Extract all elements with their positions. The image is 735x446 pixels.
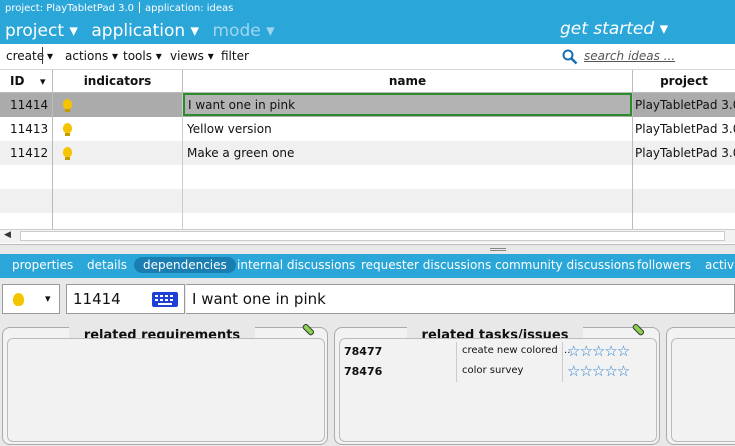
top-bar: project: PlayTabletPad 3.0 application: i… [0,0,735,44]
row-name: Yellow version [187,122,272,136]
task-name: create new colored ... [462,345,571,356]
row-project: PlayTabletPad 3.0 [635,98,735,112]
third-panel [666,327,735,445]
breadcrumb-project[interactable]: project: PlayTabletPad 3.0 [5,3,134,14]
column-header-name[interactable]: name [183,70,633,93]
list-item[interactable]: 78476 color survey ☆☆☆☆☆ [340,362,656,382]
tab-details[interactable]: details [87,258,127,272]
detail-tabs: properties details dependencies internal… [0,254,735,278]
column-divider [52,93,53,229]
chevron-down-icon: ▾ [45,292,51,305]
tab-activity[interactable]: activi [705,258,735,272]
row-project: PlayTabletPad 3.0 [635,122,735,136]
tab-dependencies[interactable]: dependencies [134,257,236,273]
tab-properties[interactable]: properties [12,258,73,272]
scroll-thumb[interactable] [20,231,725,241]
column-divider [456,362,457,382]
main-menu: project ▾ application ▾ mode ▾ [5,20,283,42]
task-name: color survey [462,365,524,376]
panel-list [671,338,735,442]
breadcrumb: project: PlayTabletPad 3.0 application: i… [5,2,233,15]
column-divider [562,362,563,382]
table-row[interactable]: 11414 I want one in pink PlayTabletPad 3… [0,93,735,117]
tab-community-discussions[interactable]: community discussions [495,258,635,272]
application-menu[interactable]: application ▾ [91,21,199,41]
link-icon[interactable] [301,323,315,337]
tab-internal-discussions[interactable]: internal discussions [237,258,355,272]
idea-detail-header: ▾ 11414 I want one in pink [0,280,735,320]
requirements-list [7,338,325,442]
lightbulb-icon [63,123,72,136]
ideas-grid: ID ▾ indicators name project 11414 I wan… [0,70,735,245]
column-header-id-label: ID [10,74,25,88]
project-menu[interactable]: project ▾ [5,21,78,41]
link-icon[interactable] [631,323,645,337]
empty-row [0,213,735,229]
tab-followers[interactable]: followers [637,258,691,272]
id-sort-arrow[interactable]: ▾ [40,70,46,93]
keyboard-icon[interactable] [152,292,178,307]
get-started-menu[interactable]: get started ▾ [560,19,668,39]
related-requirements-panel: related requirements [2,323,328,445]
row-id: 11414 [10,98,49,112]
breadcrumb-separator [139,2,141,13]
table-row[interactable]: 11412 Make a green one PlayTabletPad 3.0 [0,141,735,165]
row-name: Make a green one [187,146,295,160]
task-id: 78477 [344,345,383,358]
filter-button[interactable]: filter [221,49,249,63]
create-divider [42,47,43,64]
column-divider [456,342,457,362]
row-id: 11412 [10,146,49,160]
empty-row [0,165,735,189]
star-rating[interactable]: ☆☆☆☆☆ [567,362,630,380]
indicator-dropdown[interactable]: ▾ [2,284,60,314]
lightbulb-icon [63,99,72,112]
star-rating[interactable]: ☆☆☆☆☆ [567,342,630,360]
create-button[interactable]: create [6,49,44,63]
column-header-indicators[interactable]: indicators [53,70,183,93]
horizontal-scrollbar[interactable]: ◀ [0,229,735,243]
idea-title-field[interactable]: I want one in pink [186,284,735,314]
search-input[interactable]: search ideas ... [584,49,675,63]
row-project: PlayTabletPad 3.0 [635,146,735,160]
row-name[interactable]: I want one in pink [183,93,632,116]
list-item[interactable]: 78477 create new colored ... ☆☆☆☆☆ [340,342,656,362]
tab-requester-discussions[interactable]: requester discussions [361,258,491,272]
column-divider [182,93,183,229]
lightbulb-icon [63,147,72,160]
column-header-id[interactable]: ID ▾ [0,70,53,93]
table-row[interactable]: 11413 Yellow version PlayTabletPad 3.0 [0,117,735,141]
related-tasks-panel: related tasks/issues 78477 create new co… [334,323,660,445]
idea-title-value: I want one in pink [192,290,326,308]
toolbar: create ▾ actions ▾ tools ▾ views ▾ filte… [0,44,735,70]
tools-menu[interactable]: tools ▾ [123,49,162,63]
mode-menu[interactable]: mode ▾ [212,21,274,41]
lightbulb-icon [13,293,24,306]
row-id: 11413 [10,122,49,136]
idea-id-value: 11414 [73,290,121,308]
task-id: 78476 [344,365,383,378]
column-divider [632,93,633,229]
column-divider [562,342,563,362]
idea-id-field[interactable]: 11414 [66,284,185,314]
search-icon[interactable] [562,49,578,65]
views-menu[interactable]: views ▾ [170,49,214,63]
scroll-left-icon[interactable]: ◀ [4,230,11,240]
empty-row [0,189,735,213]
splitter-handle[interactable] [490,248,506,249]
tasks-list: 78477 create new colored ... ☆☆☆☆☆ 78476… [339,338,657,442]
column-header-project[interactable]: project [633,70,735,93]
actions-menu[interactable]: actions ▾ [65,49,118,63]
breadcrumb-application[interactable]: application: ideas [145,3,233,14]
create-dropdown-arrow[interactable]: ▾ [47,49,53,63]
